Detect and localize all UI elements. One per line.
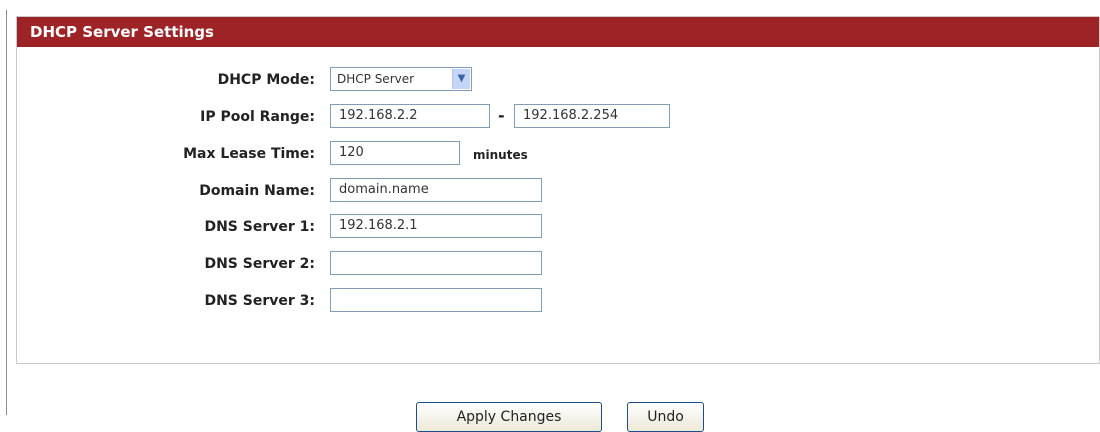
ip-pool-range-row: IP Pool Range: 192.168.2.2 - 192.168.2.2… [17, 104, 1099, 130]
dns-server-2-row: DNS Server 2: [17, 251, 1099, 277]
domain-name-row: Domain Name: domain.name [17, 178, 1099, 204]
dns-server-2-label: DNS Server 2: [204, 256, 315, 272]
domain-name-label: Domain Name: [199, 183, 315, 199]
max-lease-time-label: Max Lease Time: [183, 146, 315, 162]
dns-server-2-input[interactable] [330, 251, 542, 275]
ip-pool-end-input[interactable]: 192.168.2.254 [514, 104, 670, 128]
chevron-down-icon[interactable]: ▼ [452, 69, 470, 89]
dns-server-1-label: DNS Server 1: [204, 219, 315, 235]
max-lease-time-row: Max Lease Time: 120 minutes [17, 141, 1099, 167]
ip-pool-range-label: IP Pool Range: [200, 109, 315, 125]
dhcp-mode-select[interactable]: DHCP Server ▼ [330, 67, 472, 91]
dns-server-1-input[interactable]: 192.168.2.1 [330, 214, 542, 238]
dns-server-3-label: DNS Server 3: [204, 293, 315, 309]
ip-pool-start-input[interactable]: 192.168.2.2 [330, 104, 490, 128]
dns-server-1-row: DNS Server 1: 192.168.2.1 [17, 214, 1099, 240]
max-lease-time-input[interactable]: 120 [330, 141, 460, 165]
apply-changes-button[interactable]: Apply Changes [416, 402, 602, 432]
dhcp-mode-value: DHCP Server [337, 72, 415, 86]
dhcp-mode-row: DHCP Mode: DHCP Server ▼ [17, 67, 1099, 93]
panel-title: DHCP Server Settings [17, 17, 1099, 47]
dhcp-mode-label: DHCP Mode: [217, 72, 315, 88]
max-lease-time-unit: minutes [473, 148, 528, 162]
domain-name-input[interactable]: domain.name [330, 178, 542, 202]
dns-server-3-input[interactable] [330, 288, 542, 312]
ip-pool-range-separator: - [498, 106, 505, 125]
dns-server-3-row: DNS Server 3: [17, 288, 1099, 314]
dhcp-settings-panel: DHCP Server Settings DHCP Mode: DHCP Ser… [16, 16, 1100, 364]
undo-button[interactable]: Undo [627, 402, 704, 432]
